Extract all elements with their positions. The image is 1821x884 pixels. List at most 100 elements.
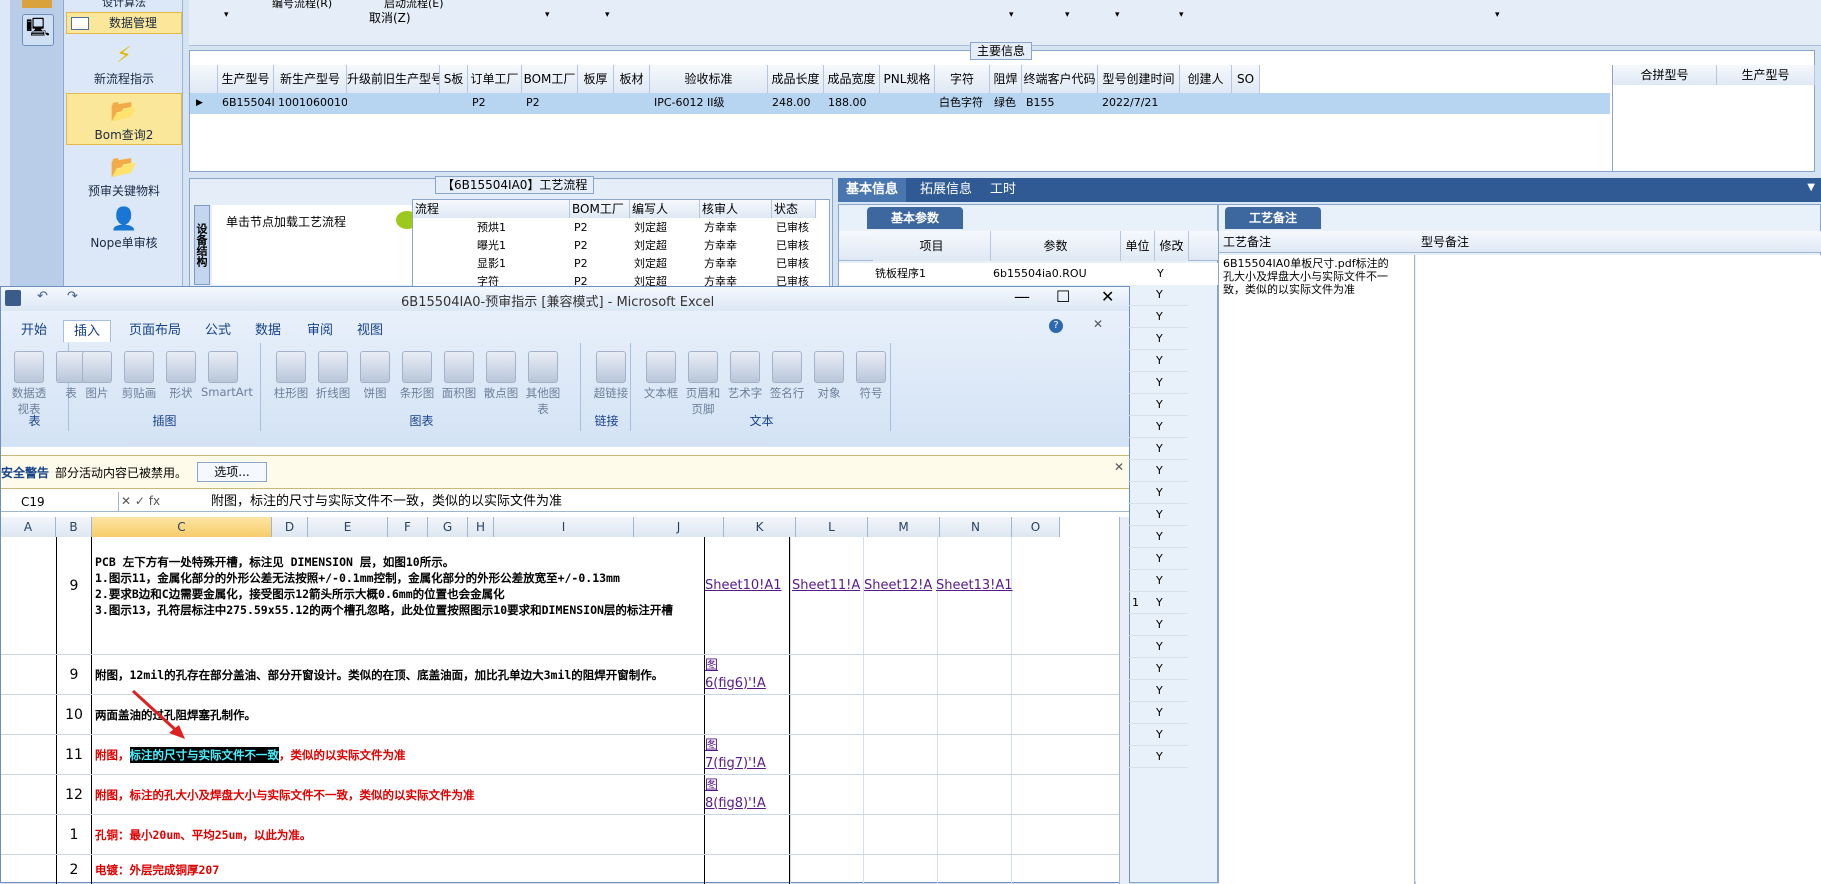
column-header[interactable]: B: [56, 517, 92, 537]
link-cell[interactable]: [704, 695, 790, 734]
table-row[interactable]: Y: [1128, 702, 1188, 724]
table-row[interactable]: Y: [1128, 438, 1188, 460]
column-header[interactable]: 验收标准: [650, 65, 768, 93]
table-row[interactable]: 1 孔铜：最小20um、平均25um，以此为准。: [1, 815, 1119, 855]
column-header[interactable]: S板: [440, 65, 468, 93]
column-header[interactable]: K: [724, 517, 796, 537]
link-cell[interactable]: Sheet10!A1: [704, 537, 790, 654]
table-row[interactable]: Y: [1128, 394, 1188, 416]
table-row[interactable]: Y: [1128, 460, 1188, 482]
ribbon-button[interactable]: 折线图: [311, 351, 355, 401]
column-header[interactable]: 成品长度: [768, 65, 824, 93]
table-cell[interactable]: 6B15504IA0: [218, 93, 274, 113]
nav-item-design[interactable]: 设计算法: [66, 0, 182, 9]
column-header[interactable]: D: [272, 517, 308, 537]
column-header[interactable]: 状态: [772, 200, 816, 218]
chevron-down-icon[interactable]: ▾: [1009, 10, 1014, 20]
table-cell[interactable]: [578, 93, 614, 113]
table-row[interactable]: Y: [1128, 658, 1188, 680]
column-header[interactable]: F: [388, 517, 428, 537]
table-row[interactable]: Y: [1128, 680, 1188, 702]
nav-item-data-management[interactable]: 数据管理: [66, 12, 182, 34]
table-row[interactable]: 6B15504IA010010600109853 P2P2 IPC-6012 II级…: [190, 93, 1610, 114]
ribbon-button[interactable]: 剪贴画: [117, 351, 161, 401]
table-cell[interactable]: B155: [1022, 93, 1098, 113]
column-header[interactable]: O: [1012, 517, 1060, 537]
column-header[interactable]: SO: [1232, 65, 1260, 93]
column-header[interactable]: H: [468, 517, 494, 537]
column-header[interactable]: E: [308, 517, 388, 537]
table-cell[interactable]: 白色字符: [935, 93, 990, 113]
column-header[interactable]: 编写人: [630, 200, 700, 218]
column-header[interactable]: 参数: [991, 231, 1121, 261]
table-row[interactable]: Y: [1128, 724, 1188, 746]
cell-text[interactable]: 电镀：外层完成铜厚207: [95, 855, 701, 884]
link-cell[interactable]: 图 8(fig8)'!A: [704, 775, 790, 814]
table-row[interactable]: 预烘1 P2 刘定超 方幸幸 已审核: [413, 219, 831, 237]
table-row[interactable]: 曝光1 P2 刘定超 方幸幸 已审核: [413, 237, 831, 255]
ribbon-button[interactable]: 数据透视表: [7, 351, 51, 417]
column-header[interactable]: I: [494, 517, 634, 537]
ribbon-button[interactable]: 文本框: [639, 351, 683, 401]
chevron-down-icon[interactable]: ▾: [1115, 10, 1120, 20]
column-header[interactable]: 成品宽度: [824, 65, 880, 93]
table-cell[interactable]: 10010600109853: [274, 93, 347, 113]
column-header[interactable]: 订单工厂: [468, 65, 522, 93]
model-note-text[interactable]: [1416, 255, 1821, 884]
column-header[interactable]: G: [428, 517, 468, 537]
ribbon-button[interactable]: 符号: [849, 351, 893, 401]
table-cell[interactable]: [347, 93, 440, 113]
tab-work-hours[interactable]: 工时: [982, 178, 1024, 202]
nav-item-new-flow[interactable]: ⚡ 新流程指示: [66, 38, 182, 88]
cancel-menu[interactable]: 取消(Z): [369, 9, 411, 26]
tab-3[interactable]: 公式: [195, 320, 241, 342]
table-row[interactable]: 铣板程序1 6b15504ia0.ROU Y: [839, 263, 1219, 285]
column-header[interactable]: N: [940, 517, 1012, 537]
ribbon-button[interactable]: 超链接: [589, 351, 633, 401]
cell-text[interactable]: PCB 左下方有一处特殊开槽，标注见 DIMENSION 层，如图10所示。 1…: [95, 537, 701, 654]
ribbon-button[interactable]: 条形图: [395, 351, 439, 401]
chevron-down-icon[interactable]: ▾: [1495, 10, 1500, 20]
table-row[interactable]: Y: [1128, 306, 1188, 328]
table-cell[interactable]: [614, 93, 650, 113]
vertical-tab-device[interactable]: 设备结构: [194, 205, 210, 285]
ribbon-button[interactable]: 散点图: [479, 351, 523, 401]
column-header[interactable]: 工艺备注: [1223, 231, 1271, 253]
table-cell[interactable]: [440, 93, 468, 113]
chevron-down-icon[interactable]: ▼: [1807, 182, 1815, 193]
undo-icon[interactable]: ↶: [37, 289, 48, 304]
column-header[interactable]: 型号备注: [1421, 231, 1469, 253]
table-row[interactable]: Y: [1128, 350, 1188, 372]
column-header[interactable]: PNL规格: [880, 65, 935, 93]
table-row[interactable]: Y: [1128, 482, 1188, 504]
table-row[interactable]: Y: [1128, 504, 1188, 526]
table-row[interactable]: 9 PCB 左下方有一处特殊开槽，标注见 DIMENSION 层，如图10所示。 …: [1, 537, 1119, 655]
row-selector-icon[interactable]: ▶: [192, 93, 212, 113]
chevron-down-icon[interactable]: ▾: [1065, 10, 1070, 20]
table-row[interactable]: Y: [1128, 372, 1188, 394]
column-header[interactable]: 核审人: [700, 200, 772, 218]
ribbon-button[interactable]: 页眉和页脚: [681, 351, 725, 417]
tab-basic-params[interactable]: 基本参数: [867, 207, 963, 229]
tab-0[interactable]: 开始: [11, 320, 57, 342]
chevron-down-icon[interactable]: ▾: [224, 10, 229, 20]
link-cell[interactable]: 图 7(fig7)'!A: [704, 735, 790, 774]
column-header[interactable]: M: [868, 517, 940, 537]
column-header[interactable]: 流程: [413, 200, 570, 218]
chevron-down-icon[interactable]: ▾: [605, 10, 610, 20]
chevron-down-icon[interactable]: ▾: [545, 10, 550, 20]
table-cell[interactable]: P2: [522, 93, 578, 113]
table-row[interactable]: 2 电镀：外层完成铜厚207: [1, 855, 1119, 884]
column-header[interactable]: J: [634, 517, 724, 537]
table-row[interactable]: Y: [1128, 614, 1188, 636]
link-cell[interactable]: 图 6(fig6)'!A: [704, 655, 790, 694]
formula-input[interactable]: 附图，标注的尺寸与实际文件不一致，类似的以实际文件为准: [211, 492, 562, 512]
tab-process-notes[interactable]: 工艺备注: [1225, 207, 1321, 229]
chevron-down-icon[interactable]: ▾: [1179, 10, 1184, 20]
nav-item-bom-query[interactable]: 📂 Bom查询2: [66, 93, 182, 145]
ribbon-button[interactable]: 签名行: [765, 351, 809, 401]
tab-2[interactable]: 页面布局: [119, 320, 191, 342]
calculator-icon[interactable]: [22, 0, 52, 8]
nav-item-key-material[interactable]: 📂 预审关键物料: [66, 150, 182, 200]
computer-icon[interactable]: 🖳: [22, 14, 54, 46]
